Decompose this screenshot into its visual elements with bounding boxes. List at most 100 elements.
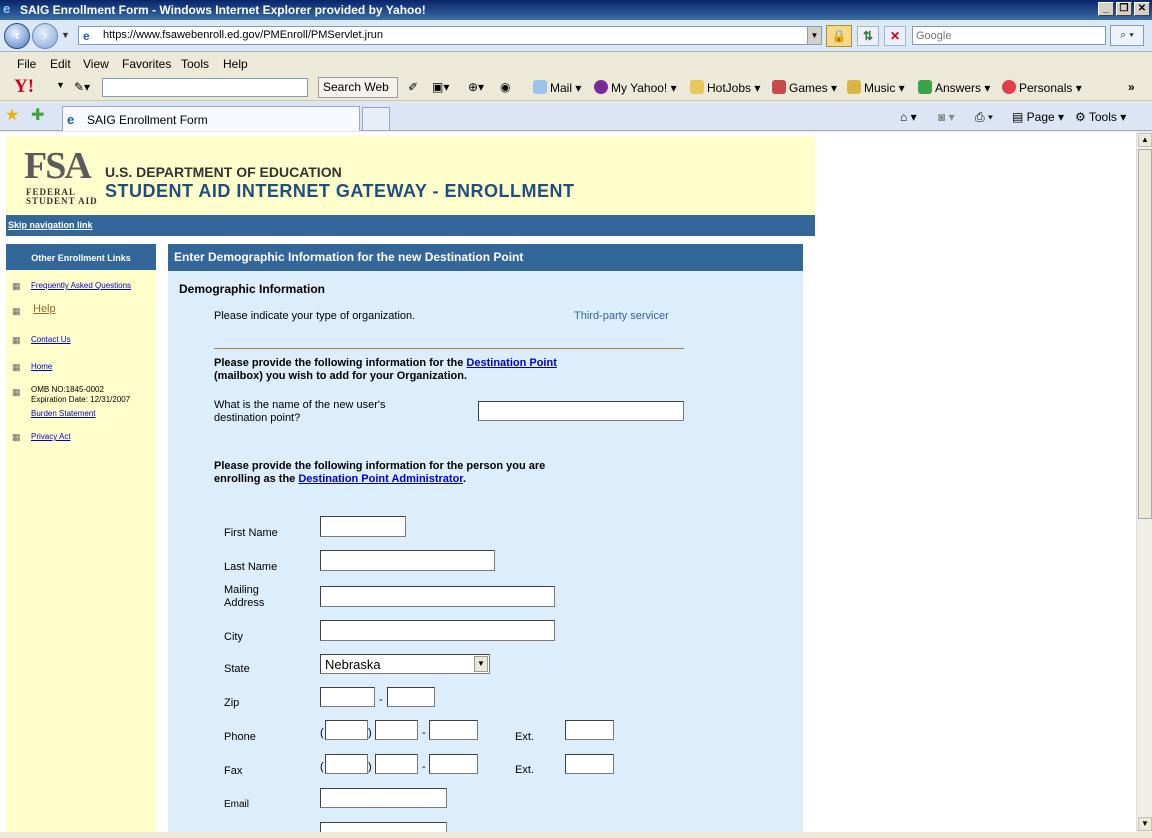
menu-view[interactable]: View: [83, 57, 109, 71]
yahoo-search-box[interactable]: [102, 78, 308, 97]
form-heading: Enter Demographic Information for the ne…: [168, 244, 803, 271]
pencil-icon[interactable]: ✎▾: [74, 80, 90, 94]
zip-extension-input[interactable]: [387, 687, 435, 707]
page-menu[interactable]: ▤ Page ▾: [1012, 110, 1064, 124]
forward-button[interactable]: ›: [32, 23, 58, 49]
headphones-icon[interactable]: ◉: [500, 80, 510, 94]
tab-saig-enrollment[interactable]: e SAIG Enrollment Form: [62, 106, 360, 131]
toolbar-overflow-icon[interactable]: »: [1128, 80, 1135, 94]
page-title: STUDENT AID INTERNET GATEWAY - ENROLLMEN…: [105, 181, 575, 201]
bullet-icon: ▦: [12, 306, 21, 316]
history-dropdown-icon[interactable]: ▼: [61, 30, 70, 40]
menu-edit[interactable]: Edit: [50, 57, 71, 71]
home-icon[interactable]: ⌂ ▾: [900, 110, 917, 124]
globe-icon[interactable]: ⊕▾: [468, 80, 484, 94]
personals-label: Personals: [1019, 81, 1073, 95]
my-yahoo-label: My Yahoo!: [611, 81, 668, 95]
contact-us-link[interactable]: Contact Us: [31, 335, 71, 344]
music-label: Music: [864, 81, 896, 95]
lock-icon[interactable]: 🔒: [826, 25, 852, 47]
yahoo-logo[interactable]: Y!: [14, 76, 34, 98]
skip-navigation-link[interactable]: Skip navigation link: [8, 220, 93, 230]
toolbar-music[interactable]: Music ▾: [847, 80, 905, 95]
city-input[interactable]: [320, 620, 555, 641]
phone-ext-input[interactable]: [565, 720, 614, 740]
maximize-button[interactable]: ❐: [1116, 2, 1132, 16]
zip-input[interactable]: [320, 687, 375, 707]
toolbar-personals[interactable]: Personals ▾: [1002, 80, 1082, 95]
first-name-input[interactable]: [320, 516, 406, 537]
tools-menu[interactable]: ⚙ Tools ▾: [1075, 110, 1126, 124]
fax-prefix-input[interactable]: [375, 754, 418, 774]
privacy-act-link[interactable]: Privacy Act: [31, 432, 71, 441]
omb-number: OMB NO:1845-0002: [31, 385, 104, 394]
mailing-address-input[interactable]: [320, 586, 555, 607]
menu-help[interactable]: Help: [223, 57, 248, 71]
yahoo-search-input[interactable]: [103, 79, 293, 96]
fax-area-code-input[interactable]: [325, 754, 368, 774]
add-favorite-icon[interactable]: ✚: [31, 108, 44, 124]
favorites-star-icon[interactable]: ★: [5, 108, 19, 124]
toolbar-mail[interactable]: Mail ▾: [533, 80, 581, 95]
home-link[interactable]: Home: [31, 362, 52, 371]
new-tab-button[interactable]: [362, 107, 390, 131]
music-icon: [847, 80, 861, 94]
fsa-logo-text: FSA: [24, 145, 92, 187]
bullet-icon: ▦: [12, 387, 21, 397]
menu-favorites[interactable]: Favorites: [122, 57, 171, 71]
toolbar-games[interactable]: Games ▾: [772, 80, 837, 95]
search-box[interactable]: [912, 26, 1106, 45]
scroll-thumb[interactable]: [1138, 149, 1152, 519]
burden-statement-link[interactable]: Burden Statement: [31, 409, 95, 418]
search-input[interactable]: [913, 27, 1103, 44]
highlight-icon[interactable]: ✐: [408, 80, 418, 94]
destination-point-name-input[interactable]: [478, 401, 684, 421]
search-web-button[interactable]: Search Web ▾: [318, 77, 398, 113]
close-button[interactable]: ✕: [1134, 2, 1150, 16]
vertical-scrollbar[interactable]: ▲ ▼: [1136, 132, 1152, 832]
yahoo-menu-dropdown-icon[interactable]: ▼: [56, 80, 65, 90]
phone-area-code-input[interactable]: [325, 720, 368, 740]
fsa-logo-subtext: FEDERAL STUDENT AID: [26, 187, 98, 206]
menu-tools[interactable]: Tools: [181, 57, 209, 71]
phone-line-input[interactable]: [429, 720, 478, 740]
address-dropdown-icon[interactable]: ▼: [807, 27, 821, 44]
state-label: State: [224, 663, 250, 675]
destination-point-link[interactable]: Destination Point: [466, 357, 556, 369]
menu-file[interactable]: File: [17, 57, 36, 71]
email-confirm-input[interactable]: [320, 822, 447, 832]
faq-link[interactable]: Frequently Asked Questions: [31, 281, 131, 290]
calendar-icon[interactable]: ▣▾: [432, 80, 449, 94]
stop-icon[interactable]: ✕: [884, 26, 906, 46]
toolbar-my-yahoo[interactable]: My Yahoo! ▾: [594, 80, 677, 95]
fax-ext-input[interactable]: [565, 754, 614, 774]
first-name-label: First Name: [224, 527, 278, 539]
fax-line-input[interactable]: [429, 754, 478, 774]
destination-point-administrator-link[interactable]: Destination Point Administrator: [298, 473, 463, 485]
search-icon[interactable]: ⌕ ▾: [1110, 25, 1144, 46]
fax-paren: (: [320, 761, 324, 773]
bullet-icon: ▦: [12, 432, 21, 442]
gear-icon: ⚙: [1075, 110, 1089, 124]
chevron-down-icon[interactable]: ▼: [474, 656, 488, 672]
email-label: Email: [224, 799, 250, 810]
feeds-icon[interactable]: ◙ ▾: [938, 110, 955, 124]
refresh-icon[interactable]: ⇅: [857, 26, 879, 46]
address-bar[interactable]: e https://www.fsawebenroll.ed.gov/PMEnro…: [78, 26, 822, 45]
fax-label: Fax: [224, 765, 243, 777]
state-select[interactable]: Nebraska ▼: [320, 654, 490, 674]
toolbar-hotjobs[interactable]: HotJobs ▾: [690, 80, 760, 95]
scroll-down-icon[interactable]: ▼: [1138, 817, 1152, 831]
section-heading: Demographic Information: [179, 282, 326, 296]
help-link[interactable]: Help: [33, 303, 56, 315]
admin-intro-text: Please provide the following information…: [214, 460, 546, 472]
last-name-input[interactable]: [320, 550, 495, 571]
scroll-up-icon[interactable]: ▲: [1138, 133, 1152, 147]
email-input[interactable]: [320, 788, 447, 808]
tools-menu-label: Tools: [1088, 110, 1117, 124]
minimize-button[interactable]: _: [1098, 2, 1114, 16]
phone-prefix-input[interactable]: [375, 720, 418, 740]
toolbar-answers[interactable]: Answers ▾: [918, 80, 990, 95]
back-button[interactable]: ‹: [4, 23, 30, 49]
print-icon[interactable]: ⎙ ▾: [975, 110, 993, 125]
